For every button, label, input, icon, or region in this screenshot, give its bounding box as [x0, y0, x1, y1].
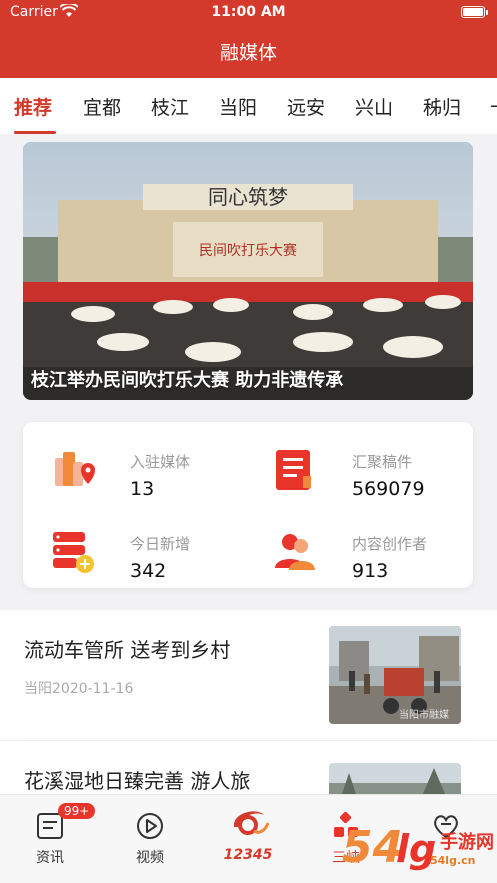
svg-text:54: 54: [342, 822, 403, 873]
tab-recommend[interactable]: 推荐: [14, 93, 52, 120]
tab-label: 12345: [223, 847, 273, 863]
feed[interactable]: 同心筑梦 民间吹打乐大赛 枝江举办民间吹打乐大赛 助力非遗传承 入驻媒体 13 …: [0, 134, 497, 794]
battery-icon: [461, 6, 485, 18]
news-item[interactable]: 花溪湿地日臻完善 游人旅: [0, 741, 497, 794]
channel-tabs: 推荐 宜都 枝江 当阳 远安 兴山 秭归 十: [0, 78, 497, 134]
banner-stage-text: 民间吹打乐大赛: [199, 242, 297, 259]
news-thumbnail: [329, 763, 461, 794]
tab-label: 视频: [136, 850, 164, 866]
tab-xingshan[interactable]: 兴山: [355, 93, 393, 120]
news-meta: 当阳2020-11-16: [24, 681, 134, 697]
stat-label: 今日新增: [130, 535, 191, 553]
watermark-domain: 54lg.cn: [430, 854, 476, 867]
banner-sign-text: 同心筑梦: [208, 185, 288, 209]
stat-joined-media: 入驻媒体 13: [51, 448, 251, 518]
tab-yidu[interactable]: 宜都: [83, 93, 121, 120]
news-headline: 流动车管所 送考到乡村: [24, 638, 231, 662]
stat-label: 汇聚稿件: [352, 453, 413, 471]
stat-value: 913: [352, 560, 389, 582]
tab-dangyang[interactable]: 当阳: [219, 93, 257, 120]
tab-overflow[interactable]: 十: [490, 93, 497, 120]
tab-news[interactable]: 99+ 资讯: [10, 795, 96, 875]
stat-content-creators: 内容创作者 913: [273, 530, 473, 600]
banner-photo: 同心筑梦 民间吹打乐大赛: [23, 142, 473, 400]
page-title: 融媒体: [219, 42, 277, 64]
news-item[interactable]: 流动车管所 送考到乡村 当阳2020-11-16 当阳市融媒: [0, 610, 497, 740]
status-bar: Carrier 11:00 AM: [0, 0, 497, 26]
watermark-logo-icon: 54 lg 手游网: [342, 822, 494, 873]
nav-bar: 融媒体: [0, 26, 497, 78]
watermark-text: 手游网: [440, 831, 494, 853]
stat-label: 内容创作者: [352, 535, 428, 553]
news-thumbnail: 当阳市融媒: [329, 626, 461, 724]
tab-label: 资讯: [36, 850, 64, 866]
tab-zigui[interactable]: 秭归: [423, 93, 461, 120]
stat-label: 入驻媒体: [130, 453, 191, 471]
thumb-watermark: 当阳市融媒: [399, 708, 449, 721]
server-add-icon: [53, 532, 94, 573]
document-icon: [276, 450, 311, 490]
tab-yuanan[interactable]: 远安: [287, 93, 325, 120]
users-icon: [275, 534, 315, 570]
clock: 11:00 AM: [211, 4, 286, 20]
stat-collected-articles: 汇聚稿件 569079: [273, 448, 473, 518]
stat-value: 569079: [352, 478, 425, 500]
tab-hotline[interactable]: 12345: [208, 795, 288, 875]
unread-badge: 99+: [58, 803, 96, 819]
stat-today-new: 今日新增 342: [51, 530, 251, 600]
stat-value: 342: [130, 560, 167, 582]
play-icon: [137, 813, 163, 839]
stats-card: 入驻媒体 13 汇聚稿件 569079 今日新增 342 内容创作者 913: [23, 422, 473, 588]
site-watermark: 54 lg 手游网 54lg.cn: [340, 814, 497, 883]
map-pin-building-icon: [55, 452, 95, 486]
hotline-logo-icon: [233, 811, 270, 835]
battery-tip: [486, 10, 488, 15]
tab-zhijiang[interactable]: 枝江: [151, 93, 189, 120]
news-headline: 花溪湿地日臻完善 游人旅: [24, 769, 251, 793]
tab-video[interactable]: 视频: [110, 795, 190, 875]
stat-value: 13: [130, 478, 155, 500]
banner-card[interactable]: 同心筑梦 民间吹打乐大赛 枝江举办民间吹打乐大赛 助力非遗传承: [23, 142, 473, 400]
banner-caption: 枝江举办民间吹打乐大赛 助力非遗传承: [31, 370, 344, 391]
